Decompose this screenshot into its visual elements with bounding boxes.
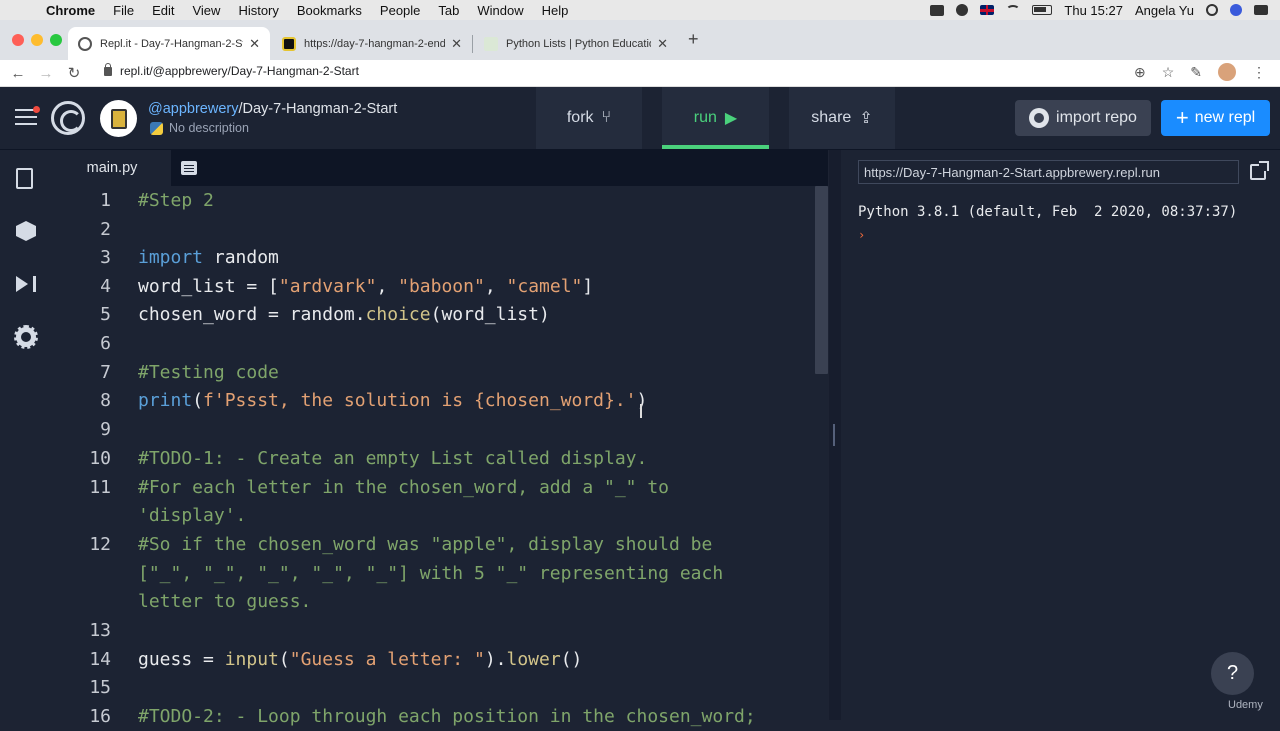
run-label: run [693, 109, 717, 126]
extension-icon[interactable]: ✎ [1190, 64, 1202, 81]
console-prompt[interactable]: › [858, 228, 865, 242]
menu-app-name[interactable]: Chrome [46, 3, 95, 18]
tab-main-py[interactable]: main.py [53, 150, 171, 186]
new-repl-button[interactable]: + new repl [1161, 100, 1270, 136]
new-tab-plus-icon[interactable]: + [688, 29, 699, 50]
code-area[interactable]: 1 #Step 2 2 3 import random 4 word_list = [… [53, 186, 813, 727]
open-in-new-tab-icon[interactable] [1250, 161, 1269, 180]
editor-scrollbar[interactable] [815, 186, 828, 374]
menu-people[interactable]: People [380, 3, 420, 18]
menu-clock[interactable]: Thu 15:27 [1064, 3, 1123, 18]
window-zoom-button[interactable] [50, 34, 62, 46]
tab-hangman-end[interactable]: https://day-7-hangman-2-end.a ✕ [272, 27, 472, 60]
code-editor-pane: main.py 1 #Step 2 2 3 import random 4 word_… [53, 150, 828, 727]
browser-tab-strip: Repl.it - Day-7-Hangman-2-Start ✕ https:… [0, 20, 1280, 60]
siri-icon[interactable] [1230, 4, 1242, 16]
fork-icon: ⑂ [601, 109, 612, 126]
web-view-url[interactable]: https://Day-7-Hangman-2-Start.appbrewery… [864, 165, 1160, 180]
repl-owner-link[interactable]: @appbrewery [148, 101, 238, 117]
input-source-flag-icon[interactable] [980, 5, 995, 15]
python-language-icon [150, 121, 163, 135]
tab-title: https://day-7-hangman-2-end.a [304, 37, 446, 50]
plus-icon: + [1175, 105, 1189, 130]
play-icon: ▶ [724, 110, 738, 127]
owner-avatar[interactable] [100, 100, 137, 137]
menu-bookmarks[interactable]: Bookmarks [297, 3, 362, 18]
debugger-icon[interactable] [16, 276, 36, 292]
omnibox[interactable]: repl.it/@appbrewery/Day-7-Hangman-2-Star… [104, 62, 359, 78]
github-icon [1029, 108, 1050, 128]
files-icon[interactable] [16, 168, 33, 189]
menu-file[interactable]: File [113, 3, 134, 18]
menu-help[interactable]: Help [542, 3, 569, 18]
notification-center-icon[interactable] [1254, 5, 1268, 15]
new-repl-label: new repl [1194, 109, 1256, 126]
fork-label: fork [566, 109, 594, 126]
editor-tab-bar: main.py [53, 150, 828, 186]
screen-record-icon[interactable] [930, 4, 945, 16]
packages-cube-icon[interactable] [16, 221, 36, 241]
repl-header: @appbrewery/Day-7-Hangman-2-Start No des… [0, 87, 1280, 150]
web-view-url-field[interactable]: https://Day-7-Hangman-2-Start.appbrewery… [858, 160, 1239, 184]
fork-button[interactable]: fork ⑂ [536, 87, 642, 149]
window-close-button[interactable] [12, 34, 24, 46]
help-button[interactable]: ? [1211, 652, 1254, 695]
bookmark-star-icon[interactable]: ☆ [1162, 64, 1175, 81]
share-label: share [811, 109, 852, 126]
google-dev-favicon-icon [484, 36, 498, 51]
console-pane: https://Day-7-Hangman-2-Start.appbrewery… [841, 150, 1280, 720]
replit-logo-icon[interactable] [51, 101, 85, 135]
back-arrow-icon[interactable]: ← [4, 65, 32, 82]
tab-title: Python Lists | Python Education [506, 37, 652, 50]
repl-title: @appbrewery/Day-7-Hangman-2-Start [148, 101, 397, 117]
profile-avatar[interactable] [1218, 63, 1236, 81]
vpn-shield-icon[interactable] [956, 4, 969, 16]
menu-window[interactable]: Window [477, 3, 523, 18]
omnibox-url[interactable]: repl.it/@appbrewery/Day-7-Hangman-2-Star… [120, 64, 359, 78]
file-tab-label: main.py [86, 160, 138, 176]
share-icon: ⇪ [859, 110, 873, 127]
text-cursor [640, 404, 642, 418]
menu-history[interactable]: History [238, 3, 278, 18]
tab-python-lists[interactable]: Python Lists | Python Education ✕ [474, 27, 678, 60]
menu-user-name[interactable]: Angela Yu [1135, 3, 1194, 18]
notification-dot [33, 106, 40, 113]
lock-icon[interactable] [104, 62, 112, 76]
repl-description-text[interactable]: No description [169, 121, 249, 135]
tab-title: Repl.it - Day-7-Hangman-2-Start [100, 37, 244, 50]
console-banner: Python 3.8.1 (default, Feb 2 2020, 08:37… [858, 204, 1238, 220]
tab-close-icon[interactable]: ✕ [249, 36, 260, 52]
import-repo-button[interactable]: import repo [1015, 100, 1151, 136]
udemy-watermark: Udemy [1228, 699, 1263, 711]
import-repo-label: import repo [1056, 109, 1137, 126]
battery-icon[interactable] [1032, 5, 1053, 15]
settings-gear-icon[interactable] [14, 325, 38, 349]
repl-slug[interactable]: /Day-7-Hangman-2-Start [238, 101, 397, 117]
window-minimize-button[interactable] [31, 34, 43, 46]
sidebar-rail [0, 150, 53, 720]
mac-menu-bar: Chrome File Edit View History Bookmarks … [0, 0, 1280, 20]
menu-view[interactable]: View [192, 3, 220, 18]
chrome-menu-icon[interactable]: ⋮ [1252, 64, 1266, 81]
tab-replit[interactable]: Repl.it - Day-7-Hangman-2-Start ✕ [68, 27, 270, 60]
share-button[interactable]: share ⇪ [789, 87, 895, 149]
tab-close-icon[interactable]: ✕ [657, 36, 668, 52]
tab-close-icon[interactable]: ✕ [451, 36, 462, 52]
reload-icon[interactable]: ↻ [60, 64, 88, 82]
pane-resize-handle[interactable] [833, 424, 835, 446]
zoom-magnifier-icon[interactable]: ⊕ [1134, 64, 1146, 81]
run-button[interactable]: run ▶ [662, 87, 769, 149]
replit-favicon-icon [78, 36, 92, 51]
menu-tab[interactable]: Tab [438, 3, 459, 18]
document-outline-icon[interactable] [181, 161, 197, 175]
forward-arrow-icon[interactable]: → [32, 65, 60, 82]
tab-separator [472, 35, 473, 53]
repl-description[interactable]: No description [150, 121, 249, 135]
browser-toolbar: ← → ↻ repl.it/@appbrewery/Day-7-Hangman-… [0, 60, 1280, 87]
repl-run-favicon-icon [282, 36, 296, 51]
pane-divider[interactable] [829, 150, 841, 720]
spotlight-search-icon[interactable] [1206, 4, 1218, 16]
wifi-icon[interactable] [1006, 5, 1021, 15]
menu-edit[interactable]: Edit [152, 3, 174, 18]
